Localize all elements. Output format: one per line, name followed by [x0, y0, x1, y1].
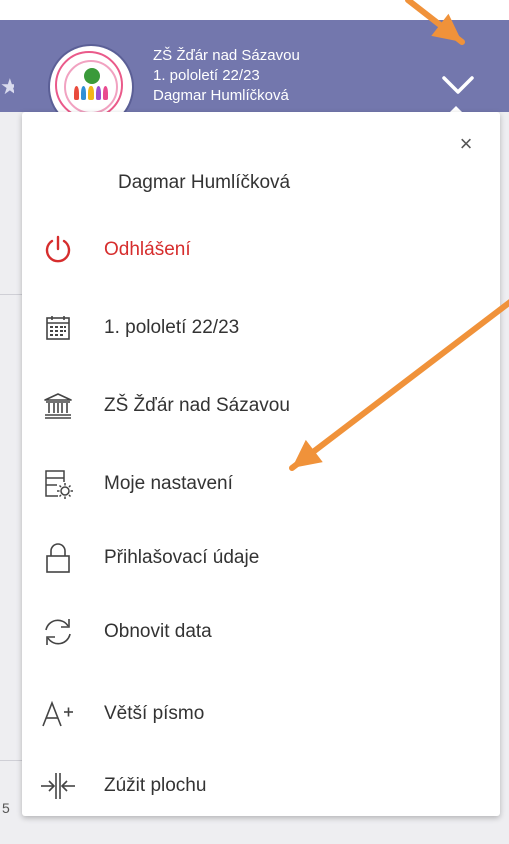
menu-item-period[interactable]: 1. pololetí 22/23 — [38, 304, 478, 352]
menu-item-label: Moje nastavení — [104, 473, 233, 494]
menu-item-label: Zúžit plochu — [104, 775, 207, 796]
menu-item-label: Obnovit data — [104, 621, 212, 642]
menu-item-my-settings[interactable]: Moje nastavení — [38, 460, 478, 508]
user-menu-dropdown: × Dagmar Humlíčková Odhlášení 1. pololet… — [22, 112, 500, 816]
menu-item-label: Odhlášení — [104, 239, 191, 260]
star-icon[interactable]: ★ — [0, 72, 14, 102]
dropdown-user-name: Dagmar Humlíčková — [118, 172, 291, 193]
menu-item-larger-font[interactable]: Větší písmo — [38, 690, 478, 738]
close-icon[interactable]: × — [454, 132, 478, 156]
header-user: Dagmar Humlíčková — [153, 87, 289, 104]
app-header: ★ ZŠ Žďár nad Sázavou 1. pololetí 22/23 … — [0, 20, 509, 128]
menu-item-refresh-data[interactable]: Obnovit data — [38, 608, 478, 656]
menu-item-school[interactable]: ZŠ Žďár nad Sázavou — [38, 382, 478, 430]
lock-icon — [38, 538, 78, 578]
menu-item-logout[interactable]: Odhlášení — [38, 226, 478, 274]
refresh-icon — [38, 612, 78, 652]
narrow-width-icon — [38, 766, 78, 806]
institution-icon — [38, 386, 78, 426]
header-info[interactable]: ZŠ Žďár nad Sázavou 1. pololetí 22/23 Da… — [153, 46, 300, 106]
header-period: 1. pololetí 22/23 — [153, 67, 260, 84]
menu-item-login-credentials[interactable]: Přihlašovací údaje — [38, 534, 478, 582]
settings-form-icon — [38, 464, 78, 504]
menu-item-label: ZŠ Žďár nad Sázavou — [104, 395, 290, 416]
top-strip — [0, 0, 509, 20]
power-icon — [38, 230, 78, 270]
header-school: ZŠ Žďár nad Sázavou — [153, 47, 300, 64]
menu-item-label: 1. pololetí 22/23 — [104, 317, 240, 338]
chevron-down-icon[interactable] — [438, 70, 478, 100]
menu-item-label: Přihlašovací údaje — [104, 547, 260, 568]
menu-item-narrow-area[interactable]: Zúžit plochu — [38, 762, 478, 810]
menu-item-label: Větší písmo — [104, 703, 205, 724]
calendar-icon — [38, 308, 78, 348]
font-larger-icon — [38, 694, 78, 734]
